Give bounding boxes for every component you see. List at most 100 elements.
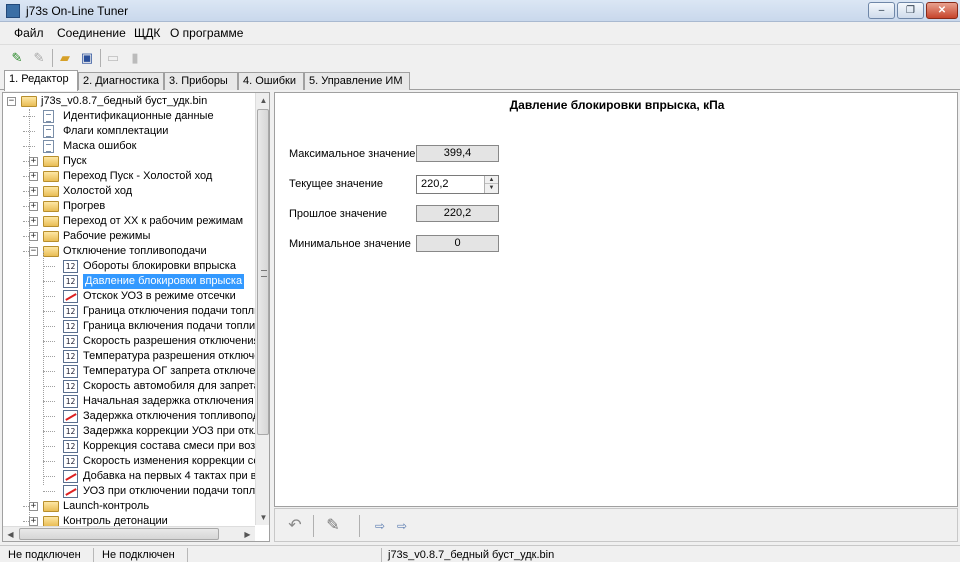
tree-item-label: Launch-контроль (63, 500, 150, 512)
numeric-param-icon: 12 (63, 455, 78, 468)
tree-guide-line (43, 446, 55, 447)
tree-guide-line (43, 281, 55, 282)
tree-guide-line (43, 476, 55, 477)
graph-param-icon (63, 470, 78, 483)
toolbar-separator (313, 515, 314, 537)
collapse-icon[interactable]: − (29, 247, 38, 256)
min-value-field: 0 (416, 235, 499, 252)
tree-item-label: Переход Пуск - Холостой ход (63, 170, 213, 182)
close-button[interactable]: ✕ (926, 2, 958, 19)
status-diag-connection: Не подключен (98, 548, 188, 562)
collapse-icon[interactable]: − (7, 97, 16, 106)
tree-guide-line (43, 431, 55, 432)
parameter-title: Давление блокировки впрыска, кПа (509, 98, 725, 112)
menu-file[interactable]: Файл (14, 26, 44, 40)
toolbar-separator (359, 515, 360, 537)
tab-bar: 1. Редактор 2. Диагностика 3. Приборы 4.… (0, 70, 960, 91)
toolbar-separator (52, 49, 53, 67)
tree-guide-line (43, 251, 44, 485)
scroll-right-icon[interactable]: ▶ (240, 527, 255, 541)
scroll-down-icon[interactable]: ▼ (256, 510, 269, 525)
app-icon (6, 4, 20, 18)
minimize-button[interactable]: – (868, 2, 895, 19)
title-bar: j73s On-Line Tuner – ❐ ✕ (0, 0, 960, 22)
tree-item-label: Скорость изменения коррекции сост (83, 455, 270, 467)
current-value-input[interactable]: 220,2 ▲ ▼ (416, 175, 499, 194)
toolbar-separator (100, 49, 101, 67)
menu-about[interactable]: О программе (170, 26, 243, 40)
numeric-param-icon: 12 (63, 320, 78, 333)
menu-connection[interactable]: Соединение (57, 26, 126, 40)
status-empty (192, 548, 382, 562)
spin-down-icon[interactable]: ▼ (485, 184, 498, 192)
plug-disconnect-icon[interactable]: ✎ (30, 49, 48, 67)
tree-guide-line (43, 401, 55, 402)
tree-guide-line (43, 296, 55, 297)
tree-vertical-scrollbar[interactable]: ▲ ▼ (255, 93, 269, 525)
value-spinner[interactable]: ▲ ▼ (484, 176, 498, 193)
document-icon (43, 140, 54, 153)
export-icon[interactable]: ⇨ (393, 515, 411, 537)
folder-icon (43, 501, 59, 512)
expand-icon[interactable]: + (29, 157, 38, 166)
tree-guide-line (23, 146, 35, 147)
expand-icon[interactable]: + (29, 187, 38, 196)
numeric-param-icon: 12 (63, 305, 78, 318)
folder-icon (43, 216, 59, 227)
ecu-read-icon[interactable]: ▭ (104, 49, 122, 67)
plug-connect-icon[interactable]: ✎ (8, 49, 26, 67)
menu-shdk[interactable]: ЩДК (134, 26, 160, 40)
tab-actuator-control[interactable]: 5. Управление ИМ (304, 72, 410, 90)
tab-diagnostics[interactable]: 2. Диагностика (78, 72, 164, 90)
numeric-param-icon: 12 (63, 335, 78, 348)
parameter-tree[interactable]: − j73s_v0.8.7_бедный буст_удк.bin Иденти… (2, 92, 270, 542)
min-value-label: Минимальное значение (289, 238, 411, 250)
chip-write-icon[interactable]: ✎ (321, 515, 345, 537)
tree-root-label: j73s_v0.8.7_бедный буст_удк.bin (41, 95, 208, 107)
tab-editor[interactable]: 1. Редактор (4, 70, 78, 91)
tree-item-label: Начальная задержка отключения топ (83, 395, 270, 407)
grip-icon (261, 270, 267, 277)
scroll-up-icon[interactable]: ▲ (256, 93, 269, 108)
folder-open-icon[interactable]: ▰ (56, 49, 74, 67)
floppy-save-icon[interactable]: ▣ (78, 49, 96, 67)
expand-icon[interactable]: + (29, 502, 38, 511)
scroll-thumb[interactable] (257, 109, 269, 435)
folder-open-icon (21, 96, 37, 107)
tree-item-label: Граница отключения подачи топлива (83, 305, 270, 317)
max-value-label: Максимальное значение (289, 148, 416, 160)
expand-icon[interactable]: + (29, 517, 38, 526)
numeric-param-icon: 12 (63, 425, 78, 438)
tree-guide-line (43, 341, 55, 342)
tree-item-label: Задержка отключения топливоподач (83, 410, 270, 422)
numeric-param-icon: 12 (63, 275, 78, 288)
toolbar: ✎ ✎ ▰ ▣ ▭ ▮ (0, 44, 960, 70)
maximize-button[interactable]: ❐ (897, 2, 924, 19)
tab-errors[interactable]: 4. Ошибки (238, 72, 304, 90)
scroll-left-icon[interactable]: ◀ (3, 527, 18, 541)
import-icon[interactable]: ⇨ (371, 515, 389, 537)
tree-item-label: Пуск (63, 155, 87, 167)
tree-item-label: Граница включения подачи топлива (83, 320, 268, 332)
status-connection: Не подключен (4, 548, 94, 562)
tree-item-label: Скорость разрешения отключения то (83, 335, 270, 347)
tree-item-label: Отключение топливоподачи (63, 245, 207, 257)
status-bar: Не подключен Не подключен j73s_v0.8.7_бе… (0, 545, 960, 562)
expand-icon[interactable]: + (29, 217, 38, 226)
folder-icon (43, 231, 59, 242)
tree-guide-line (43, 311, 55, 312)
tree-guide-line (43, 371, 55, 372)
spin-up-icon[interactable]: ▲ (485, 176, 498, 184)
numeric-param-icon: 12 (63, 365, 78, 378)
expand-icon[interactable]: + (29, 172, 38, 181)
tree-guide-line (29, 109, 30, 521)
scroll-thumb-horizontal[interactable] (19, 528, 219, 540)
menu-bar: Файл Соединение ЩДК О программе (0, 22, 960, 43)
ecu-write-icon[interactable]: ▮ (126, 49, 144, 67)
expand-icon[interactable]: + (29, 202, 38, 211)
tree-item-label: Идентификационные данные (63, 110, 214, 122)
undo-icon[interactable]: ↶ (283, 515, 307, 537)
tree-horizontal-scrollbar[interactable]: ◀ ▶ (3, 526, 255, 541)
tab-gauges[interactable]: 3. Приборы (164, 72, 238, 90)
expand-icon[interactable]: + (29, 232, 38, 241)
